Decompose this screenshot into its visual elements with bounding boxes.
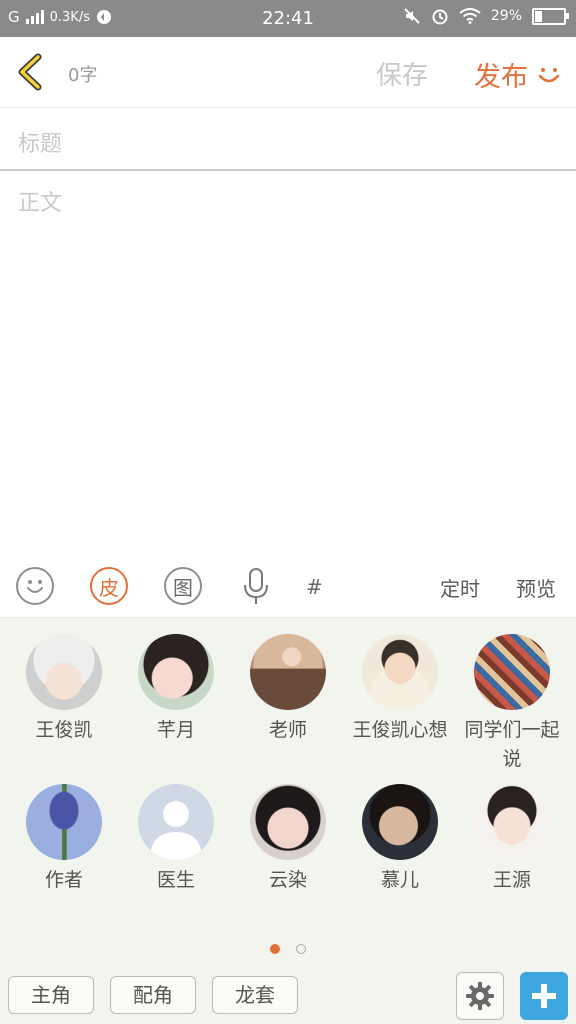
skin-label: 皮 (99, 575, 119, 600)
battery-percent: 29% (490, 8, 522, 24)
character-name: 同学们一起说 (464, 719, 560, 770)
tab-extra[interactable]: 龙套 (212, 976, 298, 1014)
word-count: 0字 (68, 65, 98, 86)
character-item[interactable]: 慕儿 (344, 784, 456, 895)
character-name: 王俊凯心想 (352, 719, 448, 741)
avatar (362, 784, 438, 860)
character-item[interactable]: 作者 (8, 784, 120, 895)
character-name: 云染 (268, 869, 307, 891)
character-item[interactable]: 王俊凯心想 (344, 634, 456, 745)
skin-button[interactable]: 皮 (90, 567, 128, 605)
character-item[interactable]: 同学们一起说 (456, 634, 568, 774)
image-button[interactable]: 图 (164, 567, 202, 605)
tab-lead[interactable]: 主角 (8, 976, 94, 1014)
editor-header: 0字 保存 发布 (0, 37, 576, 108)
character-name: 作者 (44, 869, 83, 891)
character-item[interactable]: 王源 (456, 784, 568, 895)
wifi-icon (459, 8, 481, 24)
avatar (26, 784, 102, 860)
avatar (250, 784, 326, 860)
schedule-button[interactable]: 定时 (440, 573, 480, 602)
smile-icon (538, 68, 560, 83)
page-indicator (0, 944, 576, 954)
gear-icon (466, 982, 494, 1010)
body-field[interactable]: 正文 (0, 173, 576, 553)
status-bar: G 0.3K/s 22:41 29% (0, 0, 576, 37)
title-placeholder: 标题 (18, 132, 63, 157)
avatar (26, 634, 102, 710)
avatar (250, 634, 326, 710)
microphone-icon[interactable] (240, 567, 272, 607)
character-item[interactable]: 老师 (232, 634, 344, 745)
preview-button[interactable]: 预览 (516, 573, 556, 602)
avatar (474, 784, 550, 860)
editor-toolbar: 皮 图 # 定时 预览 (0, 555, 576, 618)
save-button[interactable]: 保存 (376, 55, 428, 92)
character-item[interactable]: 芊月 (120, 634, 232, 745)
body-placeholder: 正文 (18, 191, 63, 216)
tab-support[interactable]: 配角 (110, 976, 196, 1014)
mute-icon (404, 8, 420, 24)
character-name: 芊月 (156, 719, 195, 741)
publish-button[interactable]: 发布 (474, 55, 528, 94)
page-dot[interactable] (296, 944, 306, 954)
back-button[interactable] (12, 51, 52, 93)
plus-icon (532, 984, 556, 1008)
character-name: 慕儿 (380, 869, 419, 891)
topic-button[interactable]: # (306, 575, 323, 599)
emoji-icon (27, 580, 43, 593)
character-name: 医生 (156, 869, 195, 891)
avatar (138, 634, 214, 710)
add-character-button[interactable] (520, 972, 568, 1020)
settings-button[interactable] (456, 972, 504, 1020)
battery-icon (532, 7, 569, 25)
chevron-left-icon (18, 53, 42, 91)
avatar (362, 634, 438, 710)
character-item[interactable]: 医生 (120, 784, 232, 895)
person-placeholder-icon (150, 801, 202, 860)
page-dot-active (270, 944, 280, 954)
avatar (138, 784, 214, 860)
alarm-icon (432, 9, 448, 25)
character-item[interactable]: 云染 (232, 784, 344, 895)
character-name: 王源 (492, 869, 531, 891)
emoji-button[interactable] (16, 567, 54, 605)
character-name: 老师 (268, 719, 307, 741)
title-field[interactable]: 标题 (0, 108, 576, 171)
character-panel: 王俊凯 芊月 老师 王俊凯心想 同学们一起说 作者 医生 云染 慕儿 王源 主角… (0, 618, 576, 1024)
avatar (474, 634, 550, 710)
image-label: 图 (173, 575, 193, 600)
character-name: 王俊凯 (35, 719, 93, 741)
character-item[interactable]: 王俊凯 (8, 634, 120, 745)
